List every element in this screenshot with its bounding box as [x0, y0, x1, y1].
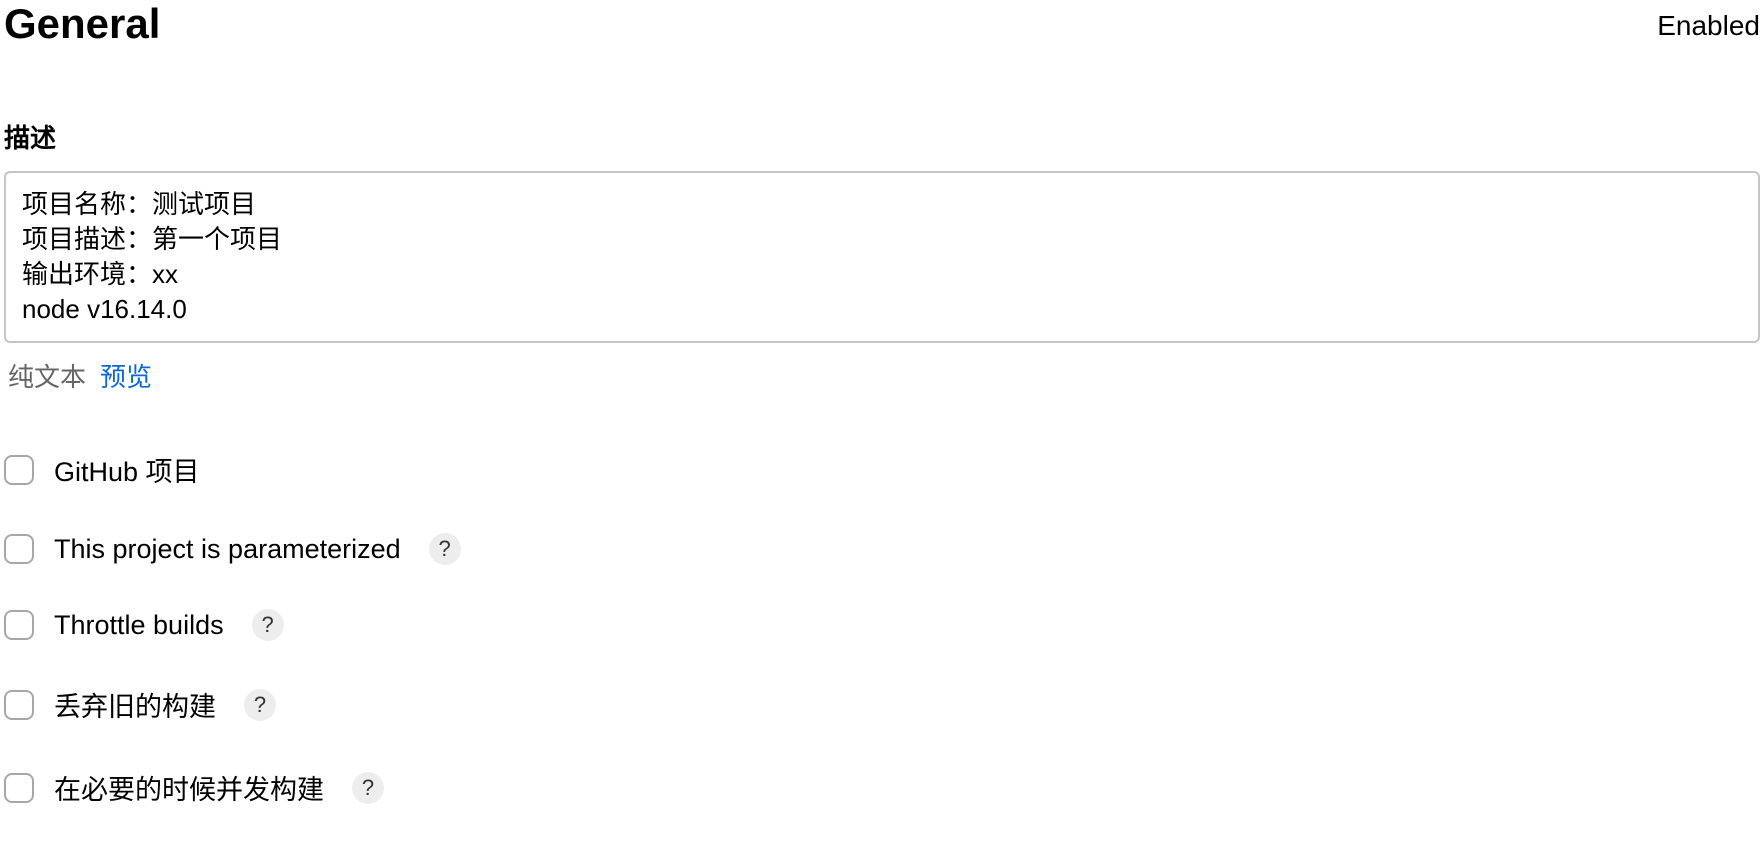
- option-label: This project is parameterized: [54, 534, 401, 565]
- view-mode-plain-text[interactable]: 纯文本: [8, 357, 86, 394]
- option-label: 丢弃旧的构建: [54, 685, 216, 724]
- view-mode-preview[interactable]: 预览: [100, 357, 152, 394]
- option-row: GitHub 项目: [4, 450, 1760, 489]
- option-row: Throttle builds?: [4, 609, 1760, 641]
- options-section: GitHub 项目This project is parameterized?T…: [0, 450, 1760, 807]
- option-label: 在必要的时候并发构建: [54, 768, 324, 807]
- page-title: General: [4, 0, 160, 48]
- option-label: GitHub 项目: [54, 450, 200, 489]
- option-checkbox[interactable]: [4, 455, 34, 485]
- description-label: 描述: [4, 118, 1760, 155]
- enabled-status: Enabled: [1657, 10, 1760, 42]
- option-row: This project is parameterized?: [4, 533, 1760, 565]
- option-checkbox[interactable]: [4, 534, 34, 564]
- option-checkbox[interactable]: [4, 690, 34, 720]
- option-checkbox[interactable]: [4, 610, 34, 640]
- option-label: Throttle builds: [54, 610, 224, 641]
- option-checkbox[interactable]: [4, 773, 34, 803]
- description-textarea[interactable]: 项目名称：测试项目 项目描述：第一个项目 输出环境：xx node v16.14…: [4, 171, 1760, 343]
- option-row: 丢弃旧的构建?: [4, 685, 1760, 724]
- help-icon[interactable]: ?: [252, 609, 284, 641]
- help-icon[interactable]: ?: [244, 689, 276, 721]
- help-icon[interactable]: ?: [429, 533, 461, 565]
- option-row: 在必要的时候并发构建?: [4, 768, 1760, 807]
- help-icon[interactable]: ?: [352, 772, 384, 804]
